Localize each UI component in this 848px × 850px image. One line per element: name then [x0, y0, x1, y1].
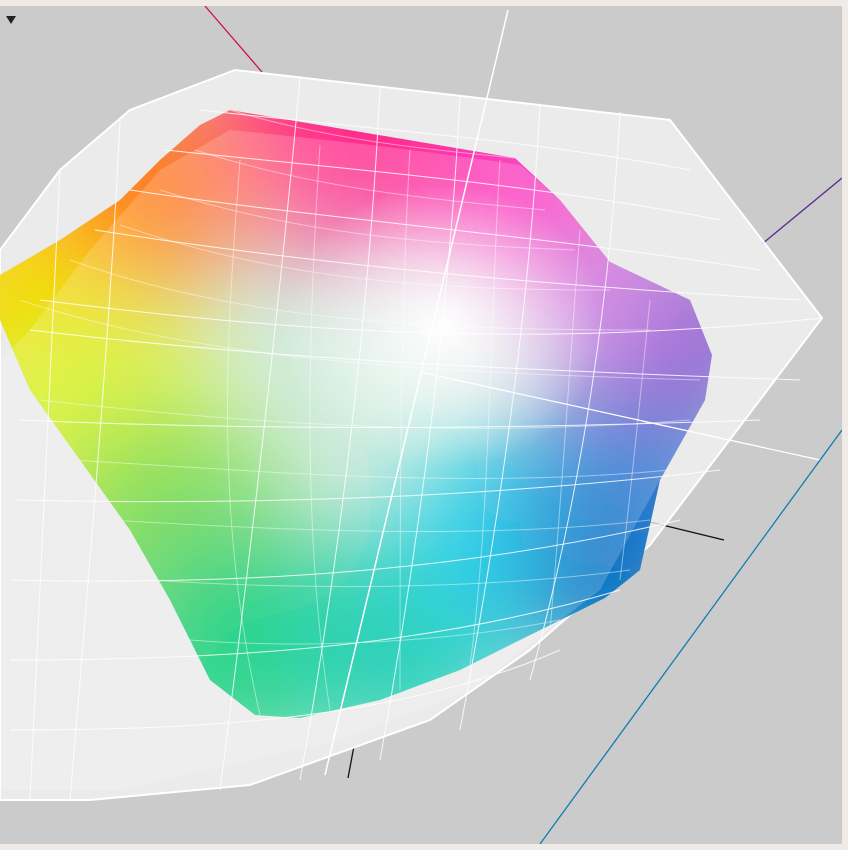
axis-magenta [204, 6, 263, 73]
axis-purple [761, 177, 842, 245]
window-frame [0, 0, 848, 850]
view-menu-button[interactable] [4, 14, 18, 26]
triangle-down-icon [6, 16, 16, 24]
gamut-plot[interactable] [0, 6, 842, 844]
gamut-3d-viewport[interactable] [0, 6, 842, 844]
axis-black-bottom [347, 745, 355, 779]
